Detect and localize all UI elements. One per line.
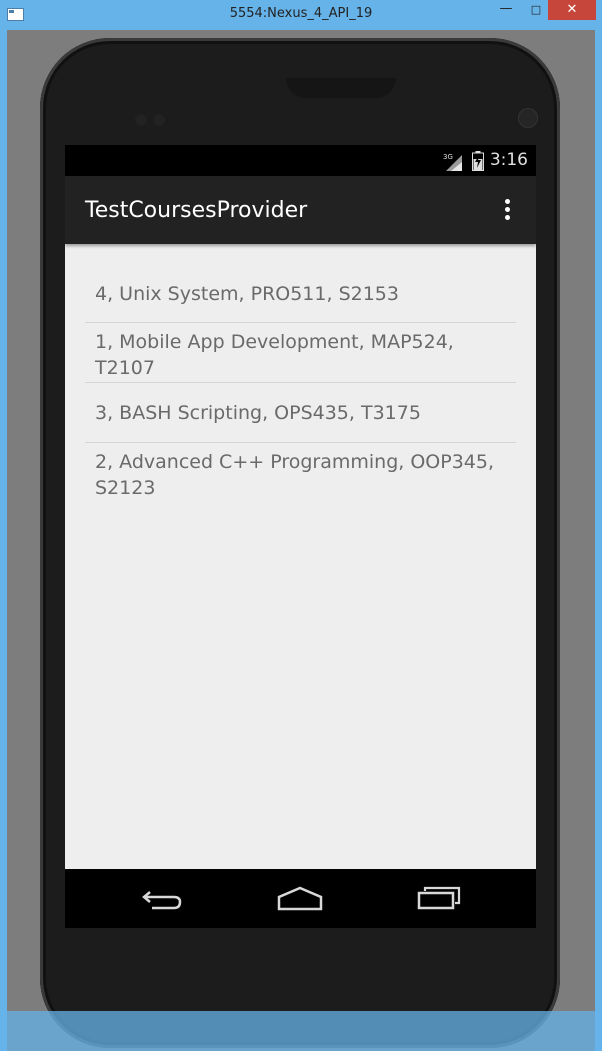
- close-button[interactable]: ✕: [548, 0, 596, 20]
- window-border-right: [595, 30, 602, 1051]
- status-time: 3:16: [489, 150, 528, 170]
- more-vert-icon[interactable]: [503, 199, 511, 223]
- home-icon[interactable]: [277, 885, 323, 911]
- proximity-sensor: [135, 114, 147, 126]
- action-bar: TestCoursesProvider: [65, 176, 536, 244]
- recents-icon[interactable]: [417, 885, 461, 911]
- back-icon[interactable]: [140, 887, 184, 911]
- minimize-button[interactable]: —: [495, 2, 517, 20]
- signal-icon: 3G: [443, 153, 462, 171]
- maximize-button[interactable]: □: [525, 2, 547, 20]
- battery-icon: [472, 151, 484, 171]
- speaker-grille: [286, 78, 396, 98]
- list-item[interactable]: 2, Advanced C++ Programming, OOP345, S21…: [85, 443, 516, 503]
- front-camera: [518, 108, 538, 128]
- app-title: TestCoursesProvider: [85, 198, 308, 223]
- device-screen: 3G 3:16 TestCoursesProvider 4, Unix Syst…: [65, 145, 536, 928]
- network-type-label: 3G: [443, 153, 453, 161]
- navigation-bar: [65, 869, 536, 928]
- list-item[interactable]: 1, Mobile App Development, MAP524, T2107: [85, 323, 516, 383]
- list-item[interactable]: 3, BASH Scripting, OPS435, T3175: [85, 383, 516, 443]
- courses-list[interactable]: 4, Unix System, PRO511, S2153 1, Mobile …: [85, 244, 516, 503]
- list-item[interactable]: 4, Unix System, PRO511, S2153: [85, 244, 516, 323]
- taskbar-overlay: [0, 1011, 602, 1051]
- light-sensor: [153, 114, 165, 126]
- window-titlebar[interactable]: 5554:Nexus_4_API_19 — □ ✕: [0, 0, 602, 30]
- window-border-left: [0, 30, 7, 1051]
- status-bar: 3G 3:16: [65, 145, 536, 176]
